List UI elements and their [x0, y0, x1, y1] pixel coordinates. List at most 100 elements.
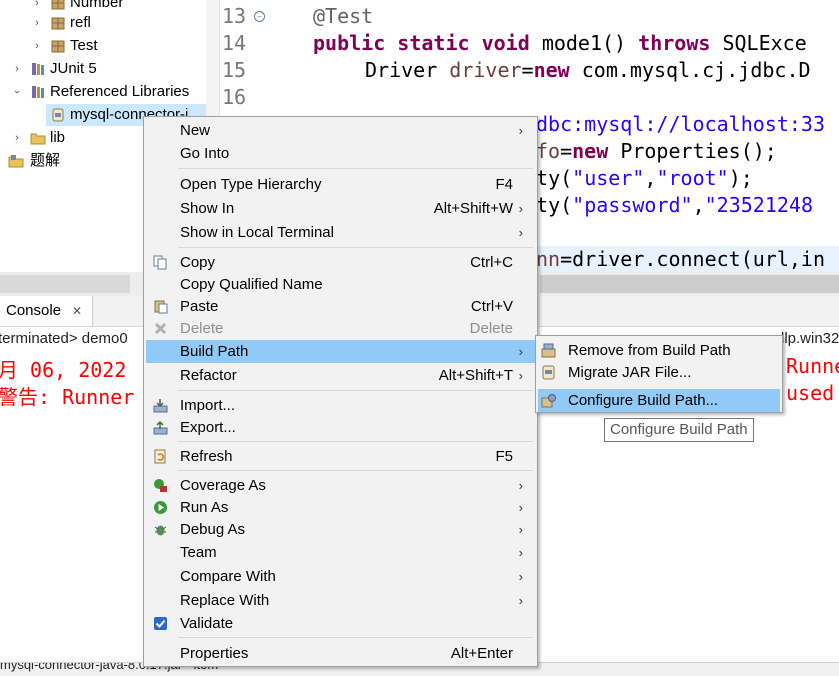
scrollbar-thumb[interactable] — [0, 275, 130, 293]
submenu-arrow-icon: › — [518, 344, 523, 359]
tooltip: Configure Build Path — [604, 418, 754, 442]
menu-item-import[interactable]: Import... — [146, 394, 535, 417]
fold-collapse-icon[interactable]: − — [254, 11, 265, 22]
menu-separator — [178, 637, 533, 638]
menu-item-show-in[interactable]: Show In Alt+Shift+W › — [146, 197, 535, 220]
menu-item-refactor[interactable]: Refactor Alt+Shift+T › — [146, 364, 535, 387]
menu-item-coverage-as[interactable]: Coverage As › — [146, 474, 535, 497]
code-line-22: nn=driver.connect(url,in — [536, 247, 825, 271]
remove-from-build-path-icon — [541, 343, 556, 358]
code-line-20: rty("password","23521248 — [524, 193, 814, 217]
submenu-arrow-icon: › — [518, 201, 523, 216]
menu-item-delete[interactable]: Delete Delete — [146, 317, 535, 340]
line-number: 14 — [222, 31, 247, 55]
checkbox-checked-icon — [154, 617, 167, 630]
menu-item-paste[interactable]: Paste Ctrl+V — [146, 295, 535, 318]
menu-item-export[interactable]: Export... — [146, 416, 535, 439]
paste-icon — [154, 300, 168, 314]
menu-item-build-path[interactable]: Build Path › — [146, 340, 535, 363]
tree-item-label: Test — [70, 37, 98, 54]
code-line-14: public static void mode1() throws SQLExc… — [313, 31, 807, 55]
menu-item-go-into[interactable]: Go Into — [146, 142, 535, 165]
code-line-18: fo=new Properties(); — [536, 139, 777, 163]
menu-separator — [178, 168, 533, 169]
collapse-arrow-icon[interactable]: › — [6, 87, 28, 97]
import-icon — [153, 399, 168, 413]
submenu-arrow-icon: › — [518, 368, 523, 383]
menu-item-show-in-local-terminal[interactable]: Show in Local Terminal › — [146, 221, 535, 244]
copy-icon — [153, 255, 167, 270]
menu-item-team[interactable]: Team › — [146, 541, 535, 564]
menu-item-new[interactable]: New › — [146, 119, 535, 142]
delete-icon — [154, 322, 167, 335]
scrollbar-thumb[interactable] — [540, 275, 839, 293]
package-icon — [51, 0, 65, 10]
menu-item-copy[interactable]: Copy Ctrl+C — [146, 251, 535, 274]
submenu-arrow-icon: › — [518, 225, 523, 240]
tree-item-refl[interactable]: › refl — [0, 12, 206, 34]
menu-item-refresh[interactable]: Refresh F5 — [146, 445, 535, 468]
package-icon — [51, 17, 65, 30]
code-line-19: rty("user","root"); — [524, 166, 753, 190]
menu-separator — [178, 247, 533, 248]
menu-separator — [178, 441, 533, 442]
run-icon — [154, 501, 167, 514]
menu-item-remove-from-build-path[interactable]: Remove from Build Path — [538, 339, 780, 362]
console-line: 月 06, 2022 — [0, 358, 127, 382]
folder-icon — [30, 133, 46, 145]
console-process-label: terminated> demo0 — [0, 330, 128, 347]
library-icon — [32, 86, 44, 98]
export-icon — [153, 420, 168, 435]
tree-item-referenced-libraries[interactable]: › Referenced Libraries — [0, 81, 206, 103]
code-line-15: Driver driver=new com.mysql.cj.jdbc.D — [365, 58, 811, 82]
tree-item-label: JUnit 5 — [50, 60, 97, 77]
tree-item-label: 题解 — [30, 152, 61, 169]
menu-item-copy-qualified-name[interactable]: Copy Qualified Name — [146, 273, 535, 296]
menu-item-open-type-hierarchy[interactable]: Open Type Hierarchy F4 — [146, 173, 535, 196]
package-icon — [51, 40, 65, 53]
jar-icon — [52, 108, 64, 122]
menu-item-compare-with[interactable]: Compare With › — [146, 565, 535, 588]
console-line: Runne — [786, 354, 839, 378]
submenu-arrow-icon: › — [518, 569, 523, 584]
tree-item-label: lib — [50, 129, 66, 146]
context-menu: New › Go Into Open Type Hierarchy F4 Show … — [143, 116, 538, 667]
tree-item-label: Referenced Libraries — [50, 83, 190, 100]
submenu-arrow-icon: › — [518, 522, 523, 537]
menu-item-migrate-jar-file[interactable]: Migrate JAR File... — [538, 361, 780, 384]
expand-arrow-icon[interactable]: › — [32, 35, 42, 57]
menu-item-validate[interactable]: Validate — [146, 612, 535, 635]
expand-arrow-icon[interactable]: › — [12, 58, 22, 80]
tab-console-label: Console — [6, 302, 62, 319]
submenu-arrow-icon: › — [518, 478, 523, 493]
build-path-submenu: Remove from Build Path Migrate JAR File.… — [535, 335, 783, 413]
menu-separator — [178, 470, 533, 471]
tab-console[interactable]: Console ✕ — [0, 296, 93, 326]
tree-item-junit5[interactable]: › JUnit 5 — [0, 58, 206, 80]
line-number: 15 — [222, 58, 247, 82]
expand-arrow-icon[interactable]: › — [32, 12, 42, 34]
menu-item-properties[interactable]: Properties Alt+Enter — [146, 642, 535, 665]
refresh-icon — [154, 449, 166, 464]
configure-build-path-icon — [541, 394, 556, 408]
console-process-label-tail: llp.win32 — [781, 330, 839, 347]
menu-separator — [178, 390, 533, 391]
code-line-13: @Test — [313, 4, 374, 28]
jar-file-icon — [542, 365, 555, 380]
line-number: 16 — [222, 85, 247, 109]
coverage-icon — [154, 479, 167, 492]
menu-item-run-as[interactable]: Run As › — [146, 496, 535, 519]
submenu-arrow-icon: › — [518, 123, 523, 138]
menu-item-replace-with[interactable]: Replace With › — [146, 589, 535, 612]
expand-arrow-icon[interactable]: › — [12, 127, 22, 149]
submenu-arrow-icon: › — [518, 545, 523, 560]
menu-item-debug-as[interactable]: Debug As › — [146, 518, 535, 541]
menu-item-configure-build-path[interactable]: Configure Build Path... — [538, 389, 780, 412]
debug-bug-icon — [154, 525, 167, 536]
close-icon[interactable]: ✕ — [72, 296, 82, 326]
console-line: used — [786, 381, 835, 405]
console-line: 警告: Runner — [0, 385, 135, 409]
tree-item-test[interactable]: › Test — [0, 35, 206, 57]
library-icon — [32, 63, 44, 75]
code-line-17: dbc:mysql://localhost:33 — [536, 112, 825, 136]
